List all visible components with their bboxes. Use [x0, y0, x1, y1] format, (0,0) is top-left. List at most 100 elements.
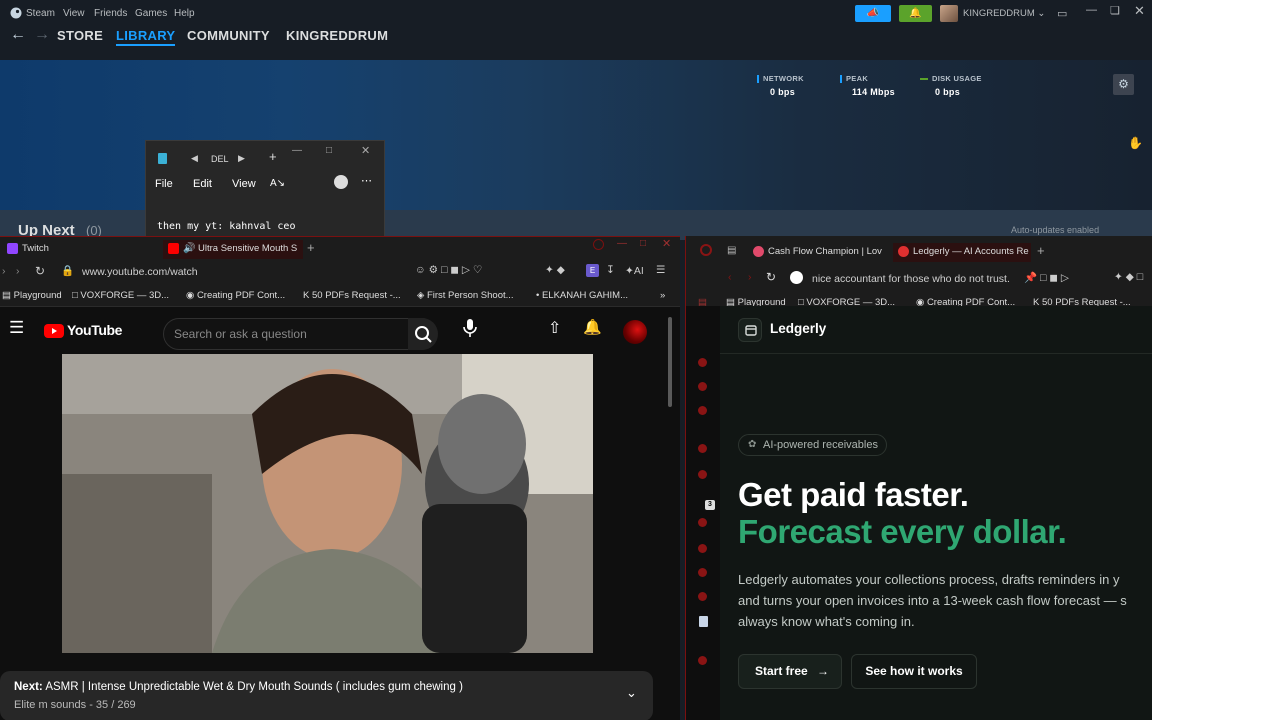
page-scrollbar[interactable]	[668, 317, 672, 407]
notepad-menu-view[interactable]: View	[232, 178, 256, 190]
announcement-button[interactable]: 📣	[855, 5, 891, 22]
notifications-button[interactable]: 🔔	[899, 5, 932, 22]
steam-menu-help[interactable]: Help	[174, 8, 195, 19]
up-next-panel[interactable]: Next: ASMR | Intense Unpredictable Wet &…	[0, 671, 653, 720]
tab-twitch[interactable]: Twitch	[2, 240, 152, 259]
notepad-text-content[interactable]: then my yt: kahnval ceo	[157, 221, 295, 232]
account-menu-button[interactable]: KINGREDDRUM ⌄	[963, 8, 1045, 19]
url-input[interactable]: www.youtube.com/watch	[82, 266, 198, 278]
sidebar-app-icon-5[interactable]	[698, 470, 707, 479]
left-close-button[interactable]: ✕	[662, 237, 671, 250]
sidebar-app-icon-8[interactable]	[698, 568, 707, 577]
youtube-logo-icon[interactable]	[44, 324, 64, 338]
tab-menu-icon[interactable]	[593, 239, 604, 250]
desktop-screen: Steam View Friends Games Help 📣 🔔 KINGRE…	[0, 0, 1152, 720]
tab-cash-flow-champion[interactable]: Cash Flow Champion | Lov	[748, 243, 888, 262]
video-player[interactable]	[62, 354, 593, 653]
back-icon-right[interactable]: ‹	[728, 271, 732, 283]
sidebar-app-icon-7[interactable]	[698, 544, 707, 553]
youtube-avatar[interactable]	[623, 320, 647, 344]
notepad-minimize-button[interactable]: —	[292, 145, 302, 156]
new-tab-button-right[interactable]: +	[1037, 243, 1045, 258]
download-icon[interactable]: ↧	[606, 264, 615, 276]
chevron-down-icon[interactable]: ⌄	[626, 685, 637, 701]
account-icon[interactable]	[334, 175, 348, 189]
upload-icon[interactable]: ⇧	[548, 318, 561, 338]
browser-logo-icon[interactable]	[700, 244, 712, 256]
steam-menu-steam[interactable]: Steam	[26, 8, 55, 19]
sidebar-app-icon-9[interactable]	[698, 592, 707, 601]
notifications-bell-icon[interactable]: 🔔	[583, 318, 602, 336]
bookmark-playground[interactable]: ▤ Playground	[2, 290, 62, 301]
browser-menu-icon[interactable]: ☰	[656, 264, 665, 276]
forward-arrow-icon[interactable]: →	[34, 26, 50, 44]
forward-icon-right[interactable]: ›	[748, 271, 752, 283]
nav-profile[interactable]: KINGREDDRUM	[286, 28, 388, 43]
left-maximize-button[interactable]: □	[640, 238, 646, 249]
forward-icon[interactable]: ›	[2, 265, 6, 277]
steam-menu-games[interactable]: Games	[135, 8, 167, 19]
bookmark-elkanah[interactable]: • ELKANAH GAHIM...	[536, 290, 628, 301]
microphone-icon[interactable]	[461, 316, 479, 340]
extensions-toolbar-icons[interactable]: ☺ ⚙ □ ◼ ▷ ♡	[415, 264, 482, 276]
youtube-logo-text[interactable]: YouTube	[67, 322, 122, 338]
bookmark-creating-pdf[interactable]: ◉ Creating PDF Cont...	[186, 290, 285, 301]
sidebar-app-icon-4[interactable]	[698, 444, 707, 453]
sidebar-notes-icon[interactable]	[699, 616, 708, 627]
notepad-tabbar: ◀ DEL ▶ + — □ ✕	[146, 141, 384, 175]
youtube-search-input[interactable]: Search or ask a question	[163, 318, 437, 350]
reload-icon[interactable]: ↻	[35, 264, 45, 278]
minimize-button[interactable]: —	[1086, 4, 1097, 16]
reload-icon-right[interactable]: ↻	[766, 270, 776, 284]
back-arrow-icon[interactable]: ←	[10, 26, 26, 44]
notepad-menu-file[interactable]: File	[155, 178, 173, 190]
extension-e-icon[interactable]: E	[586, 264, 599, 277]
new-tab-button[interactable]: +	[307, 240, 315, 255]
nav-store[interactable]: STORE	[57, 28, 103, 43]
notepad-tab-title[interactable]: DEL	[211, 154, 229, 164]
sidebar-app-icon-6[interactable]	[698, 518, 707, 527]
tab-youtube-active[interactable]: 🔊 Ultra Sensitive Mouth S	[163, 240, 303, 259]
stat-disk-value: 0 bps	[935, 87, 961, 97]
avatar[interactable]	[940, 5, 958, 22]
steam-menu-friends[interactable]: Friends	[94, 8, 127, 19]
ledgerly-logo-icon[interactable]	[738, 318, 762, 342]
downloads-settings-button[interactable]: ⚙	[1113, 74, 1134, 95]
sidebar-app-icon-10[interactable]	[698, 656, 707, 665]
sidebar-app-icon-1[interactable]	[698, 358, 707, 367]
bookmarks-overflow-icon[interactable]: »	[660, 290, 665, 301]
bookmark-50-pdfs[interactable]: K 50 PDFs Request -...	[303, 290, 401, 301]
bookmark-first-person[interactable]: ◈ First Person Shoot...	[417, 290, 514, 301]
tab-scroll-right-icon[interactable]: ▶	[238, 153, 245, 164]
start-free-button[interactable]: Start free →	[738, 654, 842, 689]
tab-ledgerly-active[interactable]: Ledgerly — AI Accounts Re	[893, 243, 1031, 262]
left-minimize-button[interactable]: —	[617, 238, 627, 249]
ledgerly-brand[interactable]: Ledgerly	[770, 321, 826, 336]
youtube-search-button[interactable]	[408, 318, 438, 350]
hamburger-menu-icon[interactable]: ☰	[9, 318, 24, 338]
more-options-icon[interactable]: ⋯	[361, 174, 372, 187]
notepad-maximize-button[interactable]: □	[326, 145, 332, 156]
notepad-close-button[interactable]: ✕	[361, 144, 370, 157]
new-tab-plus-icon[interactable]: +	[269, 149, 277, 164]
forward2-icon[interactable]: ›	[16, 265, 20, 277]
tab-scroll-left-icon[interactable]: ◀	[191, 153, 198, 164]
ai-button[interactable]: ✦AI	[625, 265, 644, 277]
extensions-icons-right[interactable]: ✦ ◆ □	[1114, 271, 1143, 283]
toolbar-icons-right-window[interactable]: 📌 □ ◼ ▷	[1024, 271, 1069, 284]
tab-overview-icon[interactable]: ▤	[727, 245, 736, 256]
big-picture-icon[interactable]: ▭	[1057, 7, 1067, 20]
maximize-button[interactable]: ❏	[1110, 4, 1120, 17]
toolbar-icons-right[interactable]: ✦ ◆	[545, 264, 565, 276]
sidebar-app-icon-3[interactable]	[698, 406, 707, 415]
notepad-menu-edit[interactable]: Edit	[193, 178, 212, 190]
close-button[interactable]: ✕	[1134, 3, 1145, 19]
nav-library[interactable]: LIBRARY	[116, 28, 176, 46]
steam-menu-view[interactable]: View	[63, 8, 85, 19]
see-how-it-works-button[interactable]: See how it works	[851, 654, 977, 689]
bookmark-voxforge[interactable]: □ VOXFORGE — 3D...	[72, 290, 169, 301]
url-input-right[interactable]: nice accountant for those who do not tru…	[812, 273, 1010, 285]
nav-community[interactable]: COMMUNITY	[187, 28, 270, 43]
sidebar-app-icon-2[interactable]	[698, 382, 707, 391]
font-format-icon[interactable]: A↘	[270, 178, 285, 189]
